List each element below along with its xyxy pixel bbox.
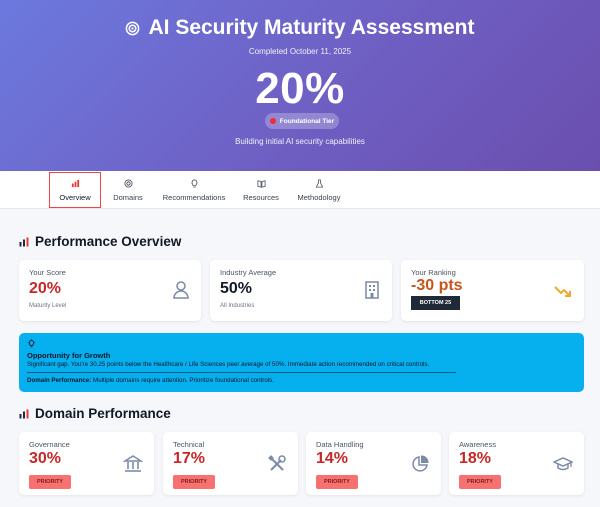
alert-domain-text: Multiple domains require attention. Prio… [93,377,274,384]
ranking-card: Your Ranking -30 pts BOTTOM 25 [401,260,584,321]
card-sub: All Industries [220,303,255,309]
hero-subtitle: Building initial AI security capabilitie… [235,137,365,146]
page-title-row: AI Security Maturity Assessment [0,16,600,40]
alert-domain-label: Domain Performance: [27,377,92,384]
tab-bar: Overview Domains Recommendations Resourc… [0,171,600,209]
tier-dot-icon [269,118,276,124]
tab-overview[interactable]: Overview [49,172,101,208]
domain-label: Data Handling [316,440,364,449]
tab-label: Overview [59,192,91,202]
tab-label: Domains [113,192,143,202]
bar-chart-icon [19,237,29,246]
user-icon [173,281,189,299]
priority-badge: PRIORITY [29,475,71,489]
tab-label: Resources [243,192,279,202]
domain-card-data-handling[interactable]: Data Handling 14% PRIORITY [306,432,441,495]
domain-card-awareness[interactable]: Awareness 18% PRIORITY [449,432,584,495]
card-value: 50% [220,280,253,297]
tier-label: Foundational Tier [279,117,335,125]
lightbulb-icon [191,178,197,188]
opportunity-alert: Opportunity for Growth Significant gap. … [19,333,584,392]
domain-value: 14% [316,450,349,467]
bar-chart-icon [19,409,29,418]
domain-label: Awareness [459,440,496,449]
priority-badge: PRIORITY [173,475,215,489]
alert-text: Significant gap. You're 30.25 points bel… [27,361,430,368]
lightbulb-icon [27,339,36,348]
section-title: Domain Performance [35,406,171,421]
ranking-badge: BOTTOM 25 [411,296,460,310]
priority-badge: PRIORITY [459,475,501,489]
target-icon [126,21,140,35]
tier-badge: Foundational Tier [265,113,339,129]
tab-recommendations[interactable]: Recommendations [160,172,228,208]
performance-overview-heading: Performance Overview [19,234,181,249]
card-value: -30 pts [411,277,463,294]
trending-down-icon [554,286,571,297]
tab-domains[interactable]: Domains [108,172,148,208]
pie-chart-icon [412,455,429,472]
priority-badge: PRIORITY [316,475,358,489]
card-label: Your Score [29,268,66,277]
graduation-cap-icon [553,457,573,471]
section-title: Performance Overview [35,234,182,249]
domain-value: 17% [173,450,206,467]
card-sub: Maturity Level [29,303,67,309]
card-label: Industry Average [220,268,277,277]
target-icon [123,178,133,188]
domain-card-technical[interactable]: Technical 17% PRIORITY [163,432,298,495]
industry-average-card: Industry Average 50% All Industries [210,260,392,321]
score-card: Your Score 20% Maturity Level [19,260,201,321]
flask-icon [315,178,323,188]
overall-score: 20% [255,64,345,113]
domain-card-governance[interactable]: Governance 30% PRIORITY [19,432,154,495]
alert-title: Opportunity for Growth [27,351,111,360]
alert-divider [27,372,456,373]
institution-icon [123,455,143,472]
tab-label: Recommendations [162,192,226,202]
book-icon [256,179,266,188]
tab-methodology[interactable]: Methodology [294,172,344,208]
tab-resources[interactable]: Resources [240,172,282,208]
page-title: AI Security Maturity Assessment [148,16,475,39]
domain-value: 18% [459,450,492,467]
domain-label: Governance [29,440,70,449]
domain-label: Technical [173,440,205,449]
building-icon [365,281,379,299]
tools-icon [268,455,286,471]
domain-value: 30% [29,450,62,467]
card-value: 20% [29,280,62,297]
domain-performance-heading: Domain Performance [19,406,171,421]
tab-label: Methodology [297,192,341,202]
hero-banner: AI Security Maturity Assessment Complete… [0,0,600,171]
alert-domain-note: Domain Performance: Multiple domains req… [27,377,274,384]
completion-date: Completed October 11, 2025 [248,47,352,56]
bar-chart-icon [71,179,79,187]
card-label: Your Ranking [411,268,456,277]
